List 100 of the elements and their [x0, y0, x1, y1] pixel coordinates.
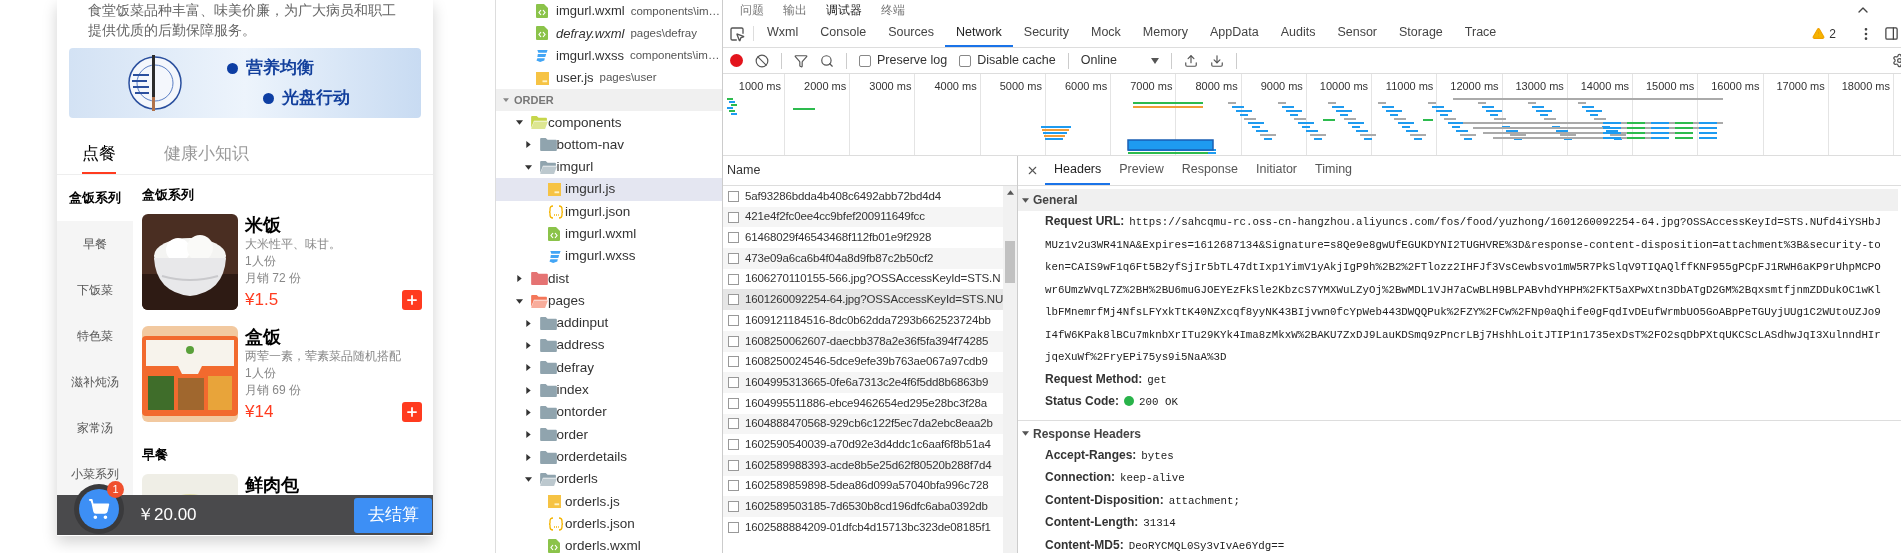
open-editor-item[interactable]: defray.wxml pages\defray: [496, 22, 722, 45]
file-row[interactable]: orderls.json: [496, 512, 722, 536]
checkbox[interactable]: [728, 273, 739, 285]
category-item[interactable]: 滋补炖汤: [57, 359, 133, 405]
filter-icon[interactable]: [794, 53, 808, 68]
caret-down-icon[interactable]: [524, 475, 532, 483]
add-button[interactable]: [402, 290, 422, 310]
caret-right-icon[interactable]: [524, 453, 532, 461]
inspect-icon[interactable]: [729, 25, 745, 42]
caret-right-icon[interactable]: [524, 141, 532, 149]
explorer-header[interactable]: ORDER: [496, 89, 722, 112]
folder-row[interactable]: pages: [496, 289, 722, 313]
detail-tab[interactable]: Headers: [1045, 156, 1111, 185]
open-editor-item[interactable]: imgurl.wxss components\im…: [496, 44, 722, 67]
folder-row[interactable]: dist: [496, 267, 722, 290]
checkbox[interactable]: [959, 54, 972, 67]
file-row[interactable]: imgurl.wxss: [496, 245, 722, 268]
caret-right-icon[interactable]: [524, 342, 532, 350]
panel-tab[interactable]: Console: [809, 20, 878, 47]
file-row[interactable]: imgurl.json: [496, 200, 722, 223]
request-row[interactable]: 1604995313665-0fe6a7313c2e4f6f5dd8b6863b9: [723, 372, 1003, 393]
detail-tab[interactable]: Initiator: [1247, 156, 1306, 185]
panel-tab[interactable]: Mock: [1080, 20, 1132, 47]
folder-row[interactable]: ontorder: [496, 401, 722, 424]
panel-tab[interactable]: Wxml: [756, 20, 810, 47]
open-editor-item[interactable]: imgurl.wxml components\im…: [496, 0, 722, 23]
panel-tab[interactable]: Security: [1012, 20, 1080, 47]
checkbox[interactable]: [728, 356, 739, 368]
checkbox[interactable]: [728, 480, 739, 492]
upload-icon[interactable]: [1183, 53, 1198, 68]
panel-tab[interactable]: Audits: [1269, 20, 1327, 47]
panel-tab[interactable]: Sensor: [1326, 20, 1389, 47]
checkbox-label[interactable]: Preserve log: [859, 51, 948, 70]
checkbox[interactable]: [728, 377, 739, 389]
column-header[interactable]: Name: [727, 161, 761, 180]
detail-tab[interactable]: Timing: [1306, 156, 1362, 185]
checkbox[interactable]: [728, 294, 739, 306]
search-icon[interactable]: [820, 53, 834, 68]
folder-row[interactable]: address: [496, 334, 722, 357]
category-item[interactable]: 早餐: [57, 221, 133, 267]
caret-right-icon[interactable]: [524, 364, 532, 372]
file-row[interactable]: imgurl.js: [496, 178, 722, 201]
folder-row[interactable]: imgurl: [496, 156, 722, 179]
folder-row[interactable]: order: [496, 423, 722, 446]
scrollbar[interactable]: [1003, 186, 1017, 553]
category-item[interactable]: 下饭菜: [57, 267, 133, 313]
folder-row[interactable]: index: [496, 379, 722, 402]
file-row[interactable]: orderls.js: [496, 490, 722, 513]
section-header[interactable]: General: [1018, 189, 1898, 211]
folder-row[interactable]: orderls: [496, 468, 722, 491]
record-icon[interactable]: [730, 54, 743, 67]
panel-tab[interactable]: Trace: [1453, 20, 1508, 47]
drawer-tab[interactable]: 问题: [740, 1, 764, 19]
detail-tab[interactable]: Response: [1172, 156, 1247, 185]
request-row[interactable]: 1608250062607-daecbb378a2e36f5fa394f74285: [723, 330, 1003, 352]
download-icon[interactable]: [1209, 53, 1224, 68]
checkbox[interactable]: [728, 459, 739, 471]
checkbox-label[interactable]: Disable cache: [959, 51, 1056, 70]
checkbox[interactable]: [859, 54, 871, 67]
request-row[interactable]: 1604888470568-929cb6c122f5ec7da2ebc8eaa2b: [723, 413, 1003, 435]
request-row[interactable]: 421e4f2fc0ee4cc9bfef200911649fcc: [723, 206, 1003, 228]
scroll-up-icon[interactable]: [1006, 190, 1014, 195]
checkbox[interactable]: [728, 521, 739, 533]
add-button[interactable]: [402, 402, 422, 422]
request-row[interactable]: 473e09a6ca6b4f04a8d9fb87c2b50cf2: [723, 248, 1003, 269]
detail-tab[interactable]: Preview: [1110, 156, 1173, 185]
caret-right-icon[interactable]: [524, 386, 532, 394]
throttling-select[interactable]: Online: [1080, 51, 1159, 70]
category-item[interactable]: 特色菜: [57, 313, 133, 359]
panel-tab[interactable]: Sources: [877, 20, 945, 47]
folder-row[interactable]: orderdetails: [496, 445, 722, 469]
caret-down-icon[interactable]: [524, 163, 532, 171]
caret-right-icon[interactable]: [516, 275, 523, 283]
checkbox[interactable]: [728, 252, 739, 264]
panel-tab[interactable]: Memory: [1131, 20, 1199, 47]
folder-row[interactable]: components: [496, 111, 722, 134]
caret-right-icon[interactable]: [524, 431, 532, 439]
section-header[interactable]: Response Headers: [1018, 422, 1898, 445]
panel-tab[interactable]: Storage: [1388, 20, 1454, 47]
checkbox[interactable]: [728, 335, 739, 347]
checkbox[interactable]: [728, 314, 739, 326]
checkbox[interactable]: [728, 418, 739, 430]
category-item[interactable]: 家常汤: [57, 405, 133, 451]
request-row[interactable]: 1602589988393-acde8b5e25d62f80520b288f7d4: [723, 454, 1003, 476]
drawer-tab[interactable]: 输出: [783, 1, 807, 19]
caret-down-icon[interactable]: [516, 297, 523, 305]
caret-right-icon[interactable]: [524, 409, 532, 416]
checkbox[interactable]: [728, 501, 739, 513]
folder-row[interactable]: addinput: [496, 312, 722, 335]
folder-row[interactable]: bottom-nav: [496, 133, 722, 157]
scroll-thumb[interactable]: [1005, 241, 1015, 283]
open-editor-item[interactable]: user.js pages\user: [496, 66, 722, 90]
clear-icon[interactable]: [755, 53, 769, 68]
drawer-tab[interactable]: 调试器: [826, 1, 862, 19]
checkbox[interactable]: [728, 232, 739, 244]
file-row[interactable]: imgurl.wxml: [496, 222, 722, 246]
request-row[interactable]: 1601260092254-64.jpg?OSSAccessKeyId=STS.NU: [723, 289, 1003, 311]
caret-right-icon[interactable]: [524, 319, 532, 327]
panel-tab[interactable]: AppData: [1199, 20, 1270, 47]
caret-down-icon[interactable]: [516, 119, 523, 127]
